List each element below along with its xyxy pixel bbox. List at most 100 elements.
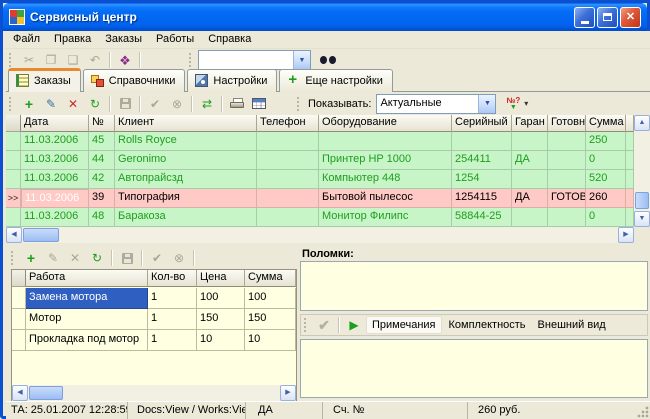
- column-header-readiness[interactable]: Готовност: [548, 115, 586, 132]
- apply-work-icon[interactable]: ✔: [147, 249, 167, 268]
- filter-combobox[interactable]: Актуальные ▼: [376, 94, 496, 114]
- column-header-equipment[interactable]: Оборудование: [319, 115, 452, 132]
- toolbar-grip[interactable]: [189, 53, 194, 67]
- cell-price[interactable]: 100: [197, 288, 245, 309]
- toolbar-grip[interactable]: [304, 318, 309, 332]
- table-row[interactable]: 11.03.200648БаракозаМонитор Филипс58844-…: [6, 208, 634, 227]
- delete-work-icon[interactable]: ✕: [65, 249, 85, 268]
- copy-icon[interactable]: ❐: [41, 51, 61, 70]
- cancel-work-icon[interactable]: ⊗: [169, 249, 189, 268]
- chevron-down-icon[interactable]: ▼: [478, 95, 495, 113]
- table-row[interactable]: 11.03.200645Rolls Royce250: [6, 132, 634, 151]
- tab-orders[interactable]: Заказы: [8, 68, 81, 92]
- cell-number[interactable]: 45: [89, 132, 115, 151]
- help-book-icon[interactable]: ❖: [115, 51, 135, 70]
- notes-textarea[interactable]: [300, 339, 648, 398]
- cell-serial[interactable]: 1254: [452, 170, 512, 189]
- table-row[interactable]: 11.03.200644GeronimoПринтер HP 100025441…: [6, 151, 634, 170]
- cell-work[interactable]: Замена мотора: [26, 288, 148, 309]
- cell-warranty[interactable]: ДА: [512, 189, 548, 208]
- transfer-icon[interactable]: ⇄: [197, 94, 217, 113]
- cell-client[interactable]: Типография: [115, 189, 257, 208]
- save-work-icon[interactable]: [117, 249, 137, 268]
- menu-item-правка[interactable]: Правка: [47, 31, 98, 48]
- cell-readiness[interactable]: ГОТОВ: [548, 189, 586, 208]
- toolbar-grip[interactable]: [9, 97, 14, 111]
- column-header-warranty[interactable]: Гаран: [512, 115, 548, 132]
- details-tab-active[interactable]: Примечания: [366, 316, 442, 334]
- autonumber-icon[interactable]: №? ▼: [506, 97, 520, 111]
- cell-serial[interactable]: 254411: [452, 151, 512, 170]
- cell-price[interactable]: 150: [197, 309, 245, 330]
- edit-work-icon[interactable]: ✎: [43, 249, 63, 268]
- maximize-button[interactable]: [597, 7, 618, 28]
- column-header-number[interactable]: №: [89, 115, 115, 132]
- cell-serial[interactable]: [452, 132, 512, 151]
- cell-number[interactable]: 39: [89, 189, 115, 208]
- cell-sum[interactable]: 10: [245, 330, 296, 351]
- resize-grip[interactable]: [637, 406, 649, 418]
- cell-price[interactable]: 10: [197, 330, 245, 351]
- cell-qty[interactable]: 1: [148, 330, 197, 351]
- tab-extra[interactable]: Еще настройки: [279, 69, 393, 92]
- cell-readiness[interactable]: [548, 151, 586, 170]
- cell-equipment[interactable]: [319, 132, 452, 151]
- row-selector[interactable]: [6, 170, 21, 189]
- row-selector[interactable]: [6, 208, 21, 227]
- menu-item-файл[interactable]: Файл: [6, 31, 47, 48]
- scroll-right-icon[interactable]: ▶: [280, 385, 296, 401]
- cell-warranty[interactable]: ДА: [512, 151, 548, 170]
- save-order-icon[interactable]: [115, 94, 135, 113]
- cell-work[interactable]: Мотор: [26, 309, 148, 330]
- scrollbar-thumb[interactable]: [23, 228, 59, 242]
- delete-order-icon[interactable]: ✕: [63, 94, 83, 113]
- column-header-phone[interactable]: Телефон: [257, 115, 319, 132]
- details-tab-item[interactable]: Внешний вид: [533, 317, 611, 333]
- table-row[interactable]: 11.03.200642АвтопрайсздКомпьютер 4481254…: [6, 170, 634, 189]
- column-header-sum[interactable]: Сумма: [245, 270, 296, 287]
- cell-warranty[interactable]: [512, 170, 548, 189]
- cell-sum[interactable]: 0: [586, 208, 626, 227]
- column-header-serial[interactable]: Серийный №: [452, 115, 512, 132]
- cell-client[interactable]: Geronimo: [115, 151, 257, 170]
- cell-readiness[interactable]: [548, 208, 586, 227]
- orders-grid-horizontal-scrollbar[interactable]: ◀ ▶: [6, 227, 634, 243]
- tab-settings[interactable]: Настройки: [187, 69, 277, 92]
- row-selector[interactable]: [12, 330, 26, 351]
- cell-sum[interactable]: 250: [586, 132, 626, 151]
- cell-warranty[interactable]: [512, 208, 548, 227]
- tab-catalogs[interactable]: Справочники: [83, 69, 186, 92]
- cell-serial[interactable]: 58844-25: [452, 208, 512, 227]
- cell-qty[interactable]: 1: [148, 288, 197, 309]
- paste-icon[interactable]: ❑: [63, 51, 83, 70]
- toolbar-grip[interactable]: [297, 97, 302, 111]
- row-selector[interactable]: [6, 151, 21, 170]
- apply-details-icon[interactable]: ✔: [314, 316, 334, 335]
- column-header-price[interactable]: Цена: [197, 270, 245, 287]
- cell-sum[interactable]: 520: [586, 170, 626, 189]
- menu-item-работы[interactable]: Работы: [149, 31, 201, 48]
- cell-equipment[interactable]: Компьютер 448: [319, 170, 452, 189]
- print-icon[interactable]: [227, 94, 247, 113]
- toolbar-grip[interactable]: [9, 53, 14, 67]
- find-binoculars-icon[interactable]: [320, 55, 336, 65]
- table-row[interactable]: Мотор1150150: [12, 309, 296, 330]
- cell-phone[interactable]: [257, 170, 319, 189]
- scroll-left-icon[interactable]: ◀: [12, 385, 28, 401]
- column-header-qty[interactable]: Кол-во: [148, 270, 197, 287]
- cancel-order-icon[interactable]: ⊗: [167, 94, 187, 113]
- breakdowns-textarea[interactable]: [300, 261, 648, 311]
- column-header-date[interactable]: Дата: [21, 115, 89, 132]
- undo-icon[interactable]: ↶: [85, 51, 105, 70]
- orders-grid-vertical-scrollbar[interactable]: ▲ ▼: [634, 115, 650, 227]
- cell-sum[interactable]: 150: [245, 309, 296, 330]
- toolbar-grip[interactable]: [11, 251, 16, 265]
- cut-icon[interactable]: ✂: [19, 51, 39, 70]
- scroll-up-icon[interactable]: ▲: [634, 115, 650, 131]
- scroll-right-icon[interactable]: ▶: [618, 227, 634, 243]
- cell-phone[interactable]: [257, 151, 319, 170]
- chevron-down-icon[interactable]: ▼: [293, 51, 310, 69]
- title-bar[interactable]: Сервисный центр: [3, 3, 647, 31]
- scroll-left-icon[interactable]: ◀: [6, 227, 22, 243]
- grid-view-icon[interactable]: [249, 94, 269, 113]
